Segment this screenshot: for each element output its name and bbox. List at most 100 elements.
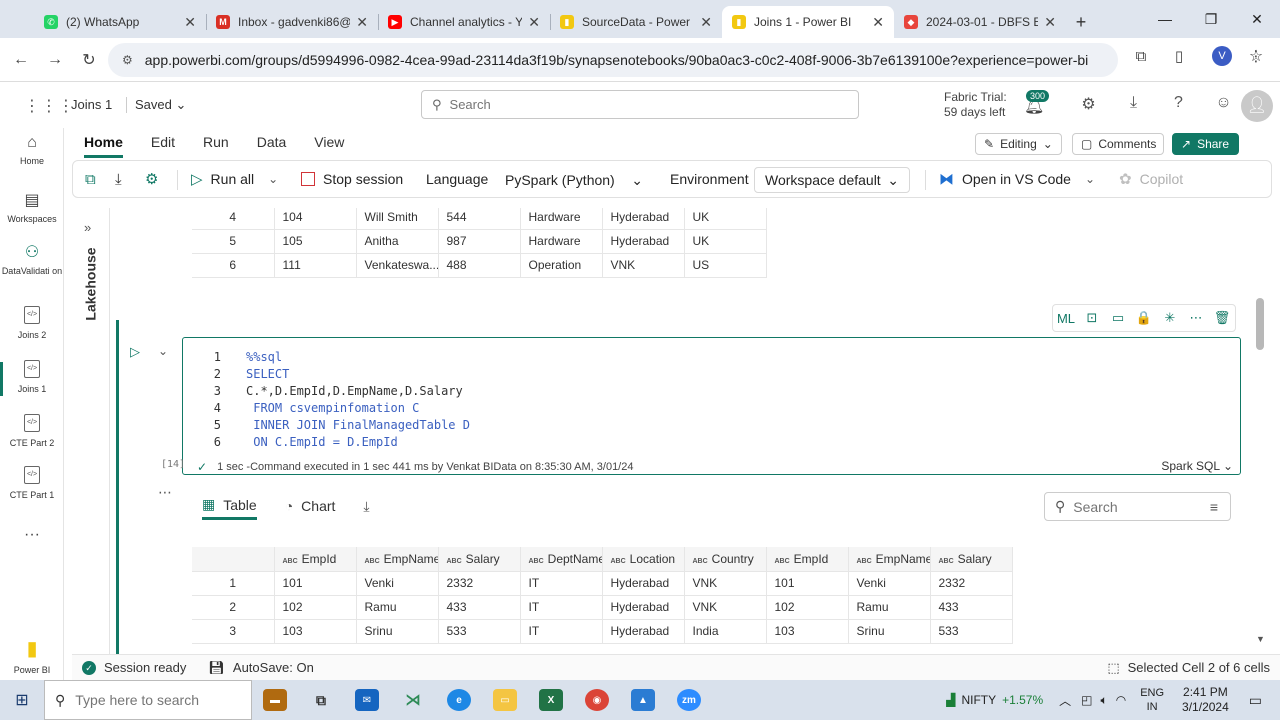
nav-item[interactable]: </> CTE Part 2 — [0, 414, 64, 448]
table-cell[interactable]: 103 — [766, 619, 849, 644]
global-search[interactable]: ⚲ — [421, 90, 859, 119]
download-notebook-icon[interactable]: ⤓ — [115, 161, 130, 197]
table-cell[interactable]: VNK — [602, 253, 685, 278]
column-header[interactable]: ABC EmpName — [356, 547, 439, 572]
column-header[interactable]: ABC EmpId — [274, 547, 357, 572]
code-line[interactable]: 2 SELECT — [183, 365, 470, 382]
taskbar-search[interactable]: ⚲ — [44, 680, 252, 720]
sidepanel-icon[interactable]: ▯ — [1160, 47, 1198, 65]
table-cell[interactable]: 488 — [438, 253, 521, 278]
table-cell[interactable]: Hyderabad — [602, 571, 685, 596]
column-header[interactable]: ABC Salary — [438, 547, 521, 572]
input-language[interactable]: ENG IN — [1140, 686, 1164, 714]
zoom-icon[interactable]: zm — [666, 680, 712, 720]
browser-tab[interactable]: M Inbox - gadvenki86@ ✕ — [206, 6, 378, 38]
edge-icon[interactable]: e — [436, 680, 482, 720]
table-cell[interactable]: Venki — [356, 571, 439, 596]
saved-status[interactable]: Saved ⌄ — [126, 97, 186, 113]
browser-tab[interactable]: ✆ (2) WhatsApp ✕ — [34, 6, 206, 38]
table-cell[interactable]: IT — [520, 595, 603, 620]
column-header[interactable]: ABC Location — [602, 547, 685, 572]
photos-icon[interactable]: ▲ — [620, 680, 666, 720]
notebook-type-icon[interactable]: ⧉ — [85, 161, 104, 197]
table-cell[interactable]: UK — [684, 229, 767, 254]
tray-network-icon[interactable]: ◰ — [1081, 693, 1092, 707]
nav-item[interactable]: ▮ Power BI — [0, 636, 64, 675]
browser-menu-icon[interactable]: ⋮ — [1246, 47, 1266, 65]
table-cell[interactable]: Operation — [520, 253, 603, 278]
lakehouse-label[interactable]: Lakehouse — [83, 247, 99, 320]
table-cell[interactable]: India — [684, 619, 767, 644]
table-cell[interactable]: 2 — [192, 595, 275, 620]
table-cell[interactable]: 433 — [930, 595, 1013, 620]
close-window-icon[interactable]: ✕ — [1234, 0, 1280, 38]
code-editor[interactable]: 1 %%sql 2 SELECT 3 C.*,D.EmpId,D.EmpName,D.Sa… — [183, 348, 470, 450]
table-cell[interactable]: 105 — [274, 229, 357, 254]
table-cell[interactable]: 1 — [192, 571, 275, 596]
ribbon-tab[interactable]: View — [314, 128, 344, 158]
excel-icon[interactable]: X — [528, 680, 574, 720]
task-view-icon[interactable]: ⧉ — [298, 680, 344, 720]
user-avatar[interactable]: 👤︎ — [1241, 90, 1273, 122]
feedback-icon[interactable]: ☺ — [1201, 94, 1246, 114]
mention-icon[interactable]: ✳ — [1157, 310, 1183, 326]
table-cell[interactable]: Srinu — [356, 619, 439, 644]
taskbar-briefcase-icon[interactable]: ▬ — [252, 680, 298, 720]
column-header[interactable]: ABC DeptName — [520, 547, 603, 572]
ribbon-tab[interactable]: Run — [203, 128, 229, 158]
browser-tab[interactable]: ▶ Channel analytics - Y ✕ — [378, 6, 550, 38]
code-line[interactable]: 6 ON C.EmpId = D.EmpId — [183, 433, 470, 450]
file-explorer-icon[interactable]: ▭ — [482, 680, 528, 720]
cell-language-dropdown[interactable]: Spark SQL ⌄ — [1161, 459, 1233, 473]
table-cell[interactable]: 111 — [274, 253, 357, 278]
table-cell[interactable]: Hyderabad — [602, 595, 685, 620]
vs-code-icon[interactable]: ⋊ — [390, 680, 436, 720]
run-cell-icon[interactable]: ▷ — [130, 344, 140, 360]
tray-volume-icon[interactable]: 🔈︎ — [1101, 693, 1108, 708]
editing-mode-button[interactable]: ✎ Editing ⌄ — [975, 133, 1062, 155]
comment-icon[interactable]: ▭ — [1105, 310, 1131, 326]
ribbon-tab[interactable]: Data — [257, 128, 287, 158]
code-line[interactable]: 3 C.*,D.EmpId,D.EmpName,D.Salary — [183, 382, 470, 399]
column-header[interactable]: ABC Salary — [930, 547, 1013, 572]
reload-icon[interactable]: ↻ — [72, 50, 106, 70]
restore-icon[interactable]: ❐ — [1188, 0, 1234, 38]
table-cell[interactable]: UK — [684, 208, 767, 230]
forward-icon[interactable]: → — [38, 51, 72, 69]
clock[interactable]: 2:41 PM 3/1/2024 — [1182, 685, 1229, 715]
table-cell[interactable]: 5 — [192, 229, 275, 254]
site-info-icon[interactable]: ⚙ — [122, 53, 133, 67]
share-button[interactable]: ↗ Share — [1172, 133, 1239, 155]
minimize-icon[interactable]: — — [1142, 0, 1188, 38]
table-cell[interactable]: 2332 — [438, 571, 521, 596]
freeze-icon[interactable]: ⊡ — [1079, 310, 1105, 326]
column-header[interactable]: ABC EmpId — [766, 547, 849, 572]
table-cell[interactable]: 433 — [438, 595, 521, 620]
open-vscode-button[interactable]: ⧓ Open in VS Code ⌄ — [939, 161, 1095, 197]
column-header[interactable]: ABC EmpName — [848, 547, 931, 572]
settings-icon[interactable]: ⚙ — [145, 161, 166, 197]
language-dropdown[interactable]: PySpark (Python) ⌄ — [495, 167, 653, 193]
collapse-cell-icon[interactable]: ⌄ — [158, 344, 168, 358]
mail-icon[interactable]: ✉ — [344, 680, 390, 720]
chevron-down-icon[interactable]: ⌄ — [268, 172, 278, 186]
ribbon-tab[interactable]: Edit — [151, 128, 175, 158]
run-all-button[interactable]: ▷ Run all ⌄ — [191, 161, 278, 197]
extensions-icon[interactable]: ⧉ — [1122, 48, 1160, 65]
table-cell[interactable]: IT — [520, 571, 603, 596]
close-tab-icon[interactable]: ✕ — [184, 14, 196, 31]
more-options-icon[interactable]: ⋯ — [1183, 310, 1209, 326]
global-search-input[interactable] — [449, 97, 830, 112]
table-cell[interactable]: VNK — [684, 571, 767, 596]
filter-icon[interactable]: ≡ — [1210, 499, 1218, 515]
code-line[interactable]: 5 INNER JOIN FinalManagedTable D — [183, 416, 470, 433]
vertical-scrollbar[interactable] — [1256, 298, 1264, 350]
code-line[interactable]: 1 %%sql — [183, 348, 470, 365]
nav-item[interactable]: </> CTE Part 1 — [0, 466, 64, 500]
environment-dropdown[interactable]: Workspace default ⌄ — [754, 167, 910, 193]
table-cell[interactable]: 544 — [438, 208, 521, 230]
download-icon[interactable]: ⤓ — [1111, 94, 1156, 114]
table-cell[interactable]: 533 — [438, 619, 521, 644]
stop-session-button[interactable]: Stop session — [301, 161, 403, 197]
table-cell[interactable]: Hardware — [520, 229, 603, 254]
